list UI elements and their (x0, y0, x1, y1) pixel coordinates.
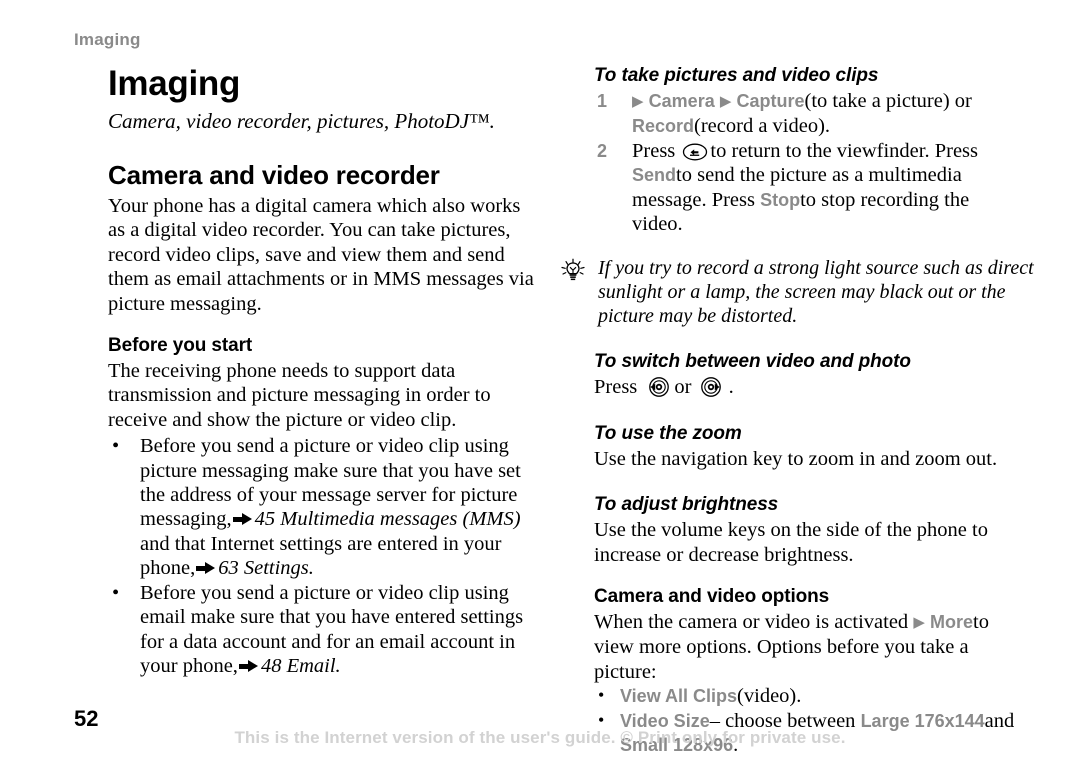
intro-text-before: When the camera or video is activated (594, 611, 909, 634)
navigation-key-left-icon (644, 376, 672, 398)
lightbulb-icon (560, 258, 586, 284)
subsection-title-before-you-start: Before you start (108, 335, 253, 357)
list-item: • Before you send a picture or video clip… (108, 581, 540, 679)
switch-video-photo-text: Press or . (594, 375, 1022, 399)
bullet-dot-icon: • (112, 435, 120, 458)
ui-term-send[interactable]: Send (632, 165, 676, 185)
cross-reference-link[interactable]: 63 Settings. (218, 557, 314, 579)
back-key-icon (682, 143, 708, 161)
procedure-title-switch-video-photo: To switch between video and photo (594, 351, 911, 373)
menu-arrow-icon: ▶ (913, 615, 925, 632)
footer-copyright-note: This is the Internet version of the user… (234, 728, 846, 747)
ui-term-record[interactable]: Record (632, 116, 694, 136)
cross-reference-link[interactable]: 45 Multimedia messages (MMS) (255, 508, 521, 530)
tip-text: If you try to record a strong light sour… (598, 257, 1034, 328)
ui-term-capture[interactable]: Capture (737, 91, 805, 111)
adjust-brightness-text: Use the volume keys on the side of the p… (594, 519, 988, 566)
left-column: Imaging Camera, video recorder, pictures… (108, 64, 540, 678)
step-number: 1 (597, 91, 608, 111)
bullet-plain-text: (video). (737, 685, 802, 708)
before-you-start-bullet-list: • Before you send a picture or video clip… (108, 434, 540, 678)
cross-reference-arrow-icon (232, 513, 252, 526)
cross-reference-arrow-icon (196, 562, 216, 575)
use-zoom-text: Use the navigation key to zoom in and zo… (594, 447, 998, 470)
step-number: 2 (597, 140, 608, 161)
cross-reference-link[interactable]: 48 Email. (261, 655, 341, 677)
menu-arrow-icon: ▶ (632, 94, 644, 110)
right-column: To take pictures and video clips 1 ▶ Came… (561, 64, 1034, 758)
step-text: Press (632, 139, 676, 162)
running-header: Imaging (74, 30, 141, 49)
list-item: • Before you send a picture or video clip… (108, 434, 540, 580)
sentence-period: . (728, 376, 734, 399)
navigation-key-right-icon (699, 376, 727, 398)
cross-reference-arrow-icon (238, 659, 258, 673)
page-title: Imaging (108, 64, 241, 103)
chapter-subtitle: Camera, video recorder, pictures, PhotoD… (108, 109, 495, 133)
tip-note-block: If you try to record a strong light sour… (560, 256, 1060, 328)
procedure-title-adjust-brightness: To adjust brightness (594, 494, 779, 516)
ui-term-stop[interactable]: Stop (760, 190, 800, 210)
document-page: Imaging Imaging Camera, video recorder, … (0, 0, 1080, 766)
camera-video-options-intro: When the camera or video is activated ▶ … (594, 610, 1022, 684)
press-label: Press (594, 376, 638, 399)
subsection-title-camera-video-options: Camera and video options (594, 586, 830, 608)
step-text: (to take a picture) or (804, 90, 972, 112)
procedure-step-list-take-pictures: 1 ▶ Camera ▶ Capture(to take a picture) o… (594, 89, 1022, 236)
bullet-dot-icon: • (598, 685, 605, 706)
bullet-dot-icon: • (112, 581, 120, 604)
procedure-step: 1 ▶ Camera ▶ Capture(to take a picture) o… (594, 89, 1022, 139)
ui-term-more[interactable]: More (930, 612, 973, 632)
or-label: or (674, 376, 692, 399)
section-title-camera-video-recorder: Camera and video recorder (108, 160, 440, 190)
before-you-start-intro: The receiving phone needs to support dat… (108, 360, 491, 431)
procedure-title-take-pictures: To take pictures and video clips (594, 65, 879, 86)
step-text: (record a video). (694, 115, 831, 138)
procedure-title-use-zoom: To use the zoom (594, 422, 742, 444)
ui-term-camera[interactable]: Camera (649, 91, 715, 111)
ui-term-view-all-clips[interactable]: View All Clips (620, 686, 737, 706)
list-item: • View All Clips(video). (594, 684, 1022, 708)
procedure-step: 2 Press to return to the viewfinder. Pres… (594, 139, 1022, 237)
bullet-text-middle: and that Internet settings are entered i… (140, 532, 502, 580)
step-text: to return to the viewfinder. Press (710, 139, 979, 162)
menu-arrow-icon: ▶ (719, 94, 732, 110)
section-intro-paragraph: Your phone has a digital camera which al… (108, 195, 534, 315)
